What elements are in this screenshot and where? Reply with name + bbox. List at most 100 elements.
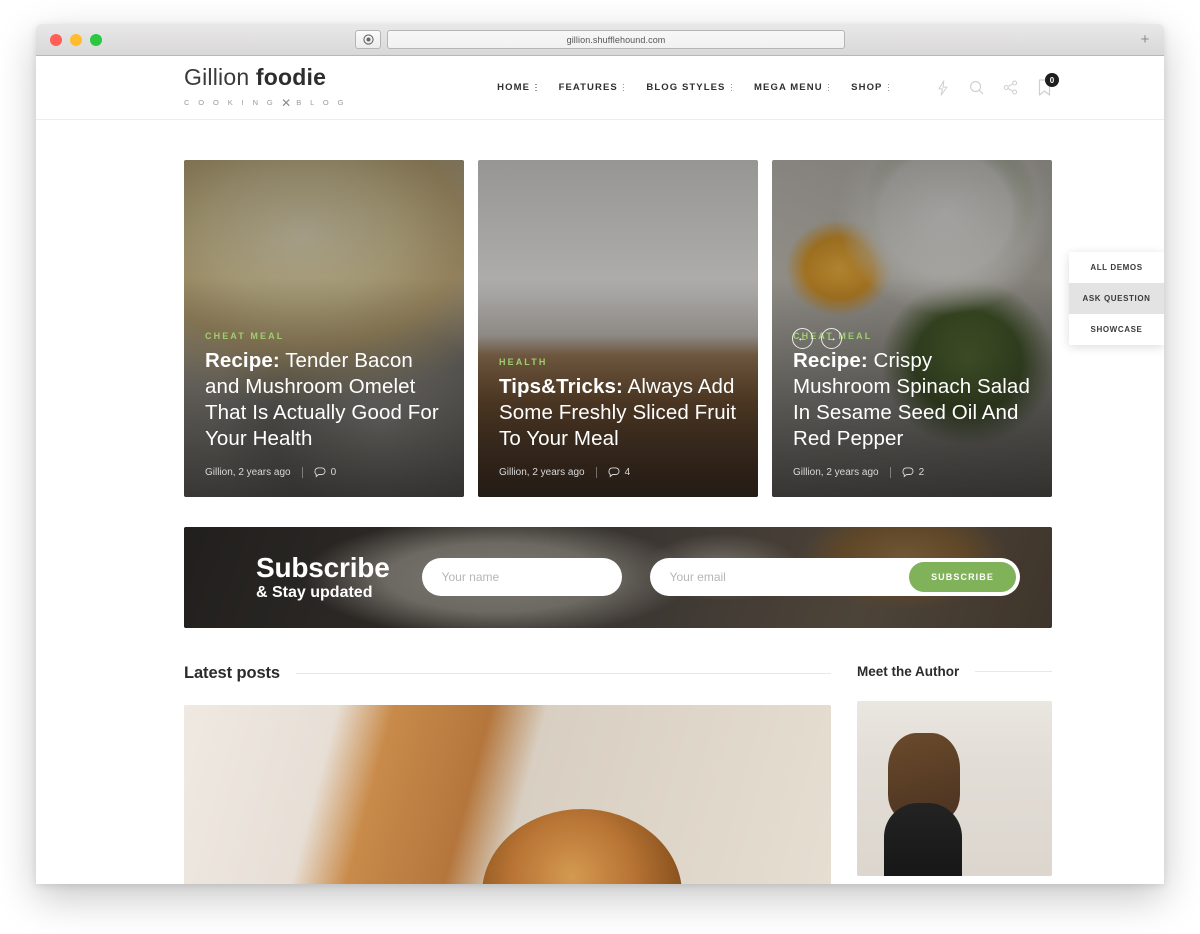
comment-icon bbox=[902, 467, 914, 478]
nav-label: BLOG STYLES bbox=[646, 82, 726, 93]
card-comments[interactable]: 0 bbox=[314, 467, 337, 478]
logo-title: Gillion foodie bbox=[184, 63, 347, 90]
latest-post-thumbnail[interactable] bbox=[184, 705, 831, 884]
subscribe-email-input[interactable]: Your email bbox=[670, 570, 909, 584]
header-icon-group: 0 bbox=[935, 73, 1059, 96]
card-author: Gillion, 2 years ago bbox=[205, 467, 291, 478]
latest-posts-column: Latest posts bbox=[184, 664, 831, 884]
nav-item-features[interactable]: FEATURES bbox=[559, 82, 625, 93]
comment-icon bbox=[608, 467, 620, 478]
carousel-next-icon[interactable]: → bbox=[821, 328, 842, 349]
card-meta: Gillion, 2 years ago 4 bbox=[499, 467, 738, 478]
section-divider bbox=[975, 671, 1052, 672]
logo-first-word: Gillion bbox=[184, 63, 250, 90]
browser-window: gillion.shufflehound.com + Gillion foodi… bbox=[36, 24, 1164, 884]
card-title[interactable]: Recipe: Tender Bacon and Mushroom Omelet… bbox=[205, 348, 444, 452]
subscribe-email-group: Your email SUBSCRIBE bbox=[649, 558, 1020, 597]
meta-divider bbox=[595, 467, 597, 478]
card-meta: Gillion, 2 years ago 2 bbox=[793, 467, 1032, 478]
card-content: HEALTH Tips&Tricks: Always Add Some Fres… bbox=[499, 357, 738, 478]
meta-divider bbox=[889, 467, 891, 478]
bookmark-icon[interactable]: 0 bbox=[1037, 73, 1059, 96]
card-content: CHEAT MEAL Recipe: Tender Bacon and Mush… bbox=[205, 331, 444, 478]
address-bar-group: gillion.shufflehound.com bbox=[355, 30, 845, 49]
card-title[interactable]: Recipe: Crispy Mushroom Spinach Salad In… bbox=[793, 348, 1032, 452]
side-panel-showcase[interactable]: SHOWCASE bbox=[1069, 314, 1164, 345]
subscribe-heading: Subscribe & Stay updated bbox=[256, 551, 390, 603]
featured-card-3[interactable]: ← → CHEAT MEAL Recipe: Crispy Mushroom S… bbox=[772, 160, 1052, 497]
card-category[interactable]: CHEAT MEAL bbox=[205, 331, 444, 341]
side-panel-all-demos[interactable]: ALL DEMOS bbox=[1069, 252, 1164, 283]
author-header: Meet the Author bbox=[857, 664, 1052, 679]
url-input[interactable]: gillion.shufflehound.com bbox=[387, 30, 845, 49]
subscribe-name-input[interactable]: Your name bbox=[421, 558, 622, 597]
chevron-down-icon bbox=[887, 83, 889, 92]
window-controls bbox=[50, 33, 102, 46]
author-photo-detail bbox=[888, 732, 961, 821]
section-divider bbox=[296, 673, 831, 674]
lightning-icon[interactable] bbox=[935, 79, 950, 96]
author-section-title: Meet the Author bbox=[857, 664, 960, 679]
side-panel-ask-question[interactable]: ASK QUESTION bbox=[1069, 283, 1164, 314]
chevron-down-icon bbox=[827, 83, 830, 92]
card-title-lead: Recipe: bbox=[205, 348, 280, 372]
featured-card-2[interactable]: HEALTH Tips&Tricks: Always Add Some Fres… bbox=[478, 160, 758, 497]
card-title-lead: Tips&Tricks: bbox=[499, 374, 623, 398]
name-placeholder: Your name bbox=[441, 570, 500, 585]
site-header: Gillion foodie C O O K I N G ✕ B L O G H… bbox=[36, 56, 1164, 120]
page-content: Gillion foodie C O O K I N G ✕ B L O G H… bbox=[36, 56, 1164, 884]
comment-count: 2 bbox=[918, 467, 925, 478]
card-comments[interactable]: 2 bbox=[902, 467, 925, 478]
maximize-window-button[interactable] bbox=[90, 33, 102, 46]
logo-second-word: foodie bbox=[255, 63, 327, 90]
main-navigation: HOME FEATURES BLOG STYLES MEGA MENU SHOP bbox=[497, 73, 1059, 96]
card-content: CHEAT MEAL Recipe: Crispy Mushroom Spina… bbox=[793, 331, 1032, 478]
carousel-controls: ← → bbox=[792, 328, 842, 349]
card-category[interactable]: HEALTH bbox=[499, 357, 738, 367]
share-icon[interactable] bbox=[1003, 80, 1018, 95]
minimize-window-button[interactable] bbox=[70, 33, 82, 46]
meta-divider bbox=[301, 467, 303, 478]
nav-label: HOME bbox=[497, 82, 531, 93]
tagline-right: B L O G bbox=[296, 98, 347, 107]
search-icon[interactable] bbox=[969, 80, 984, 95]
card-title-lead: Recipe: bbox=[793, 348, 868, 372]
comment-icon bbox=[314, 467, 326, 478]
tagline-left: C O O K I N G bbox=[184, 98, 277, 107]
author-photo[interactable] bbox=[857, 701, 1052, 876]
card-author: Gillion, 2 years ago bbox=[793, 467, 879, 478]
nav-item-mega-menu[interactable]: MEGA MENU bbox=[754, 82, 830, 93]
lower-content: Latest posts Meet the Author bbox=[36, 628, 1164, 884]
card-comments[interactable]: 4 bbox=[608, 467, 631, 478]
carousel-prev-icon[interactable]: ← bbox=[792, 328, 813, 349]
subscribe-title: Subscribe bbox=[256, 551, 390, 583]
comment-count: 0 bbox=[330, 467, 337, 478]
subscribe-form: Subscribe & Stay updated Your name Your … bbox=[184, 551, 1052, 603]
shield-icon bbox=[362, 34, 374, 45]
nav-item-blog-styles[interactable]: BLOG STYLES bbox=[646, 82, 732, 93]
close-window-button[interactable] bbox=[50, 33, 62, 46]
nav-item-home[interactable]: HOME bbox=[497, 82, 537, 93]
site-info-icon[interactable] bbox=[355, 30, 381, 49]
nav-label: FEATURES bbox=[558, 82, 618, 93]
featured-card-1[interactable]: CHEAT MEAL Recipe: Tender Bacon and Mush… bbox=[184, 160, 464, 497]
featured-posts-row: CHEAT MEAL Recipe: Tender Bacon and Mush… bbox=[36, 120, 1164, 497]
author-sidebar: Meet the Author bbox=[857, 664, 1052, 884]
nav-label: MEGA MENU bbox=[754, 82, 823, 93]
comment-count: 4 bbox=[624, 467, 631, 478]
latest-posts-title: Latest posts bbox=[184, 664, 280, 682]
card-title[interactable]: Tips&Tricks: Always Add Some Freshly Sli… bbox=[499, 374, 738, 452]
subscribe-button[interactable]: SUBSCRIBE bbox=[909, 562, 1016, 593]
fork-knife-icon: ✕ bbox=[281, 95, 292, 110]
nav-label: SHOP bbox=[851, 82, 883, 93]
bookmark-count-badge: 0 bbox=[1045, 73, 1059, 87]
nav-item-shop[interactable]: SHOP bbox=[851, 82, 889, 93]
new-tab-button[interactable]: + bbox=[1136, 31, 1154, 49]
site-logo[interactable]: Gillion foodie C O O K I N G ✕ B L O G bbox=[184, 63, 347, 110]
browser-chrome-bar: gillion.shufflehound.com + bbox=[36, 24, 1164, 56]
chevron-down-icon bbox=[535, 83, 537, 92]
card-author: Gillion, 2 years ago bbox=[499, 467, 585, 478]
card-meta: Gillion, 2 years ago 0 bbox=[205, 467, 444, 478]
subscribe-section: Subscribe & Stay updated Your name Your … bbox=[184, 527, 1052, 628]
chevron-down-icon bbox=[730, 83, 732, 92]
